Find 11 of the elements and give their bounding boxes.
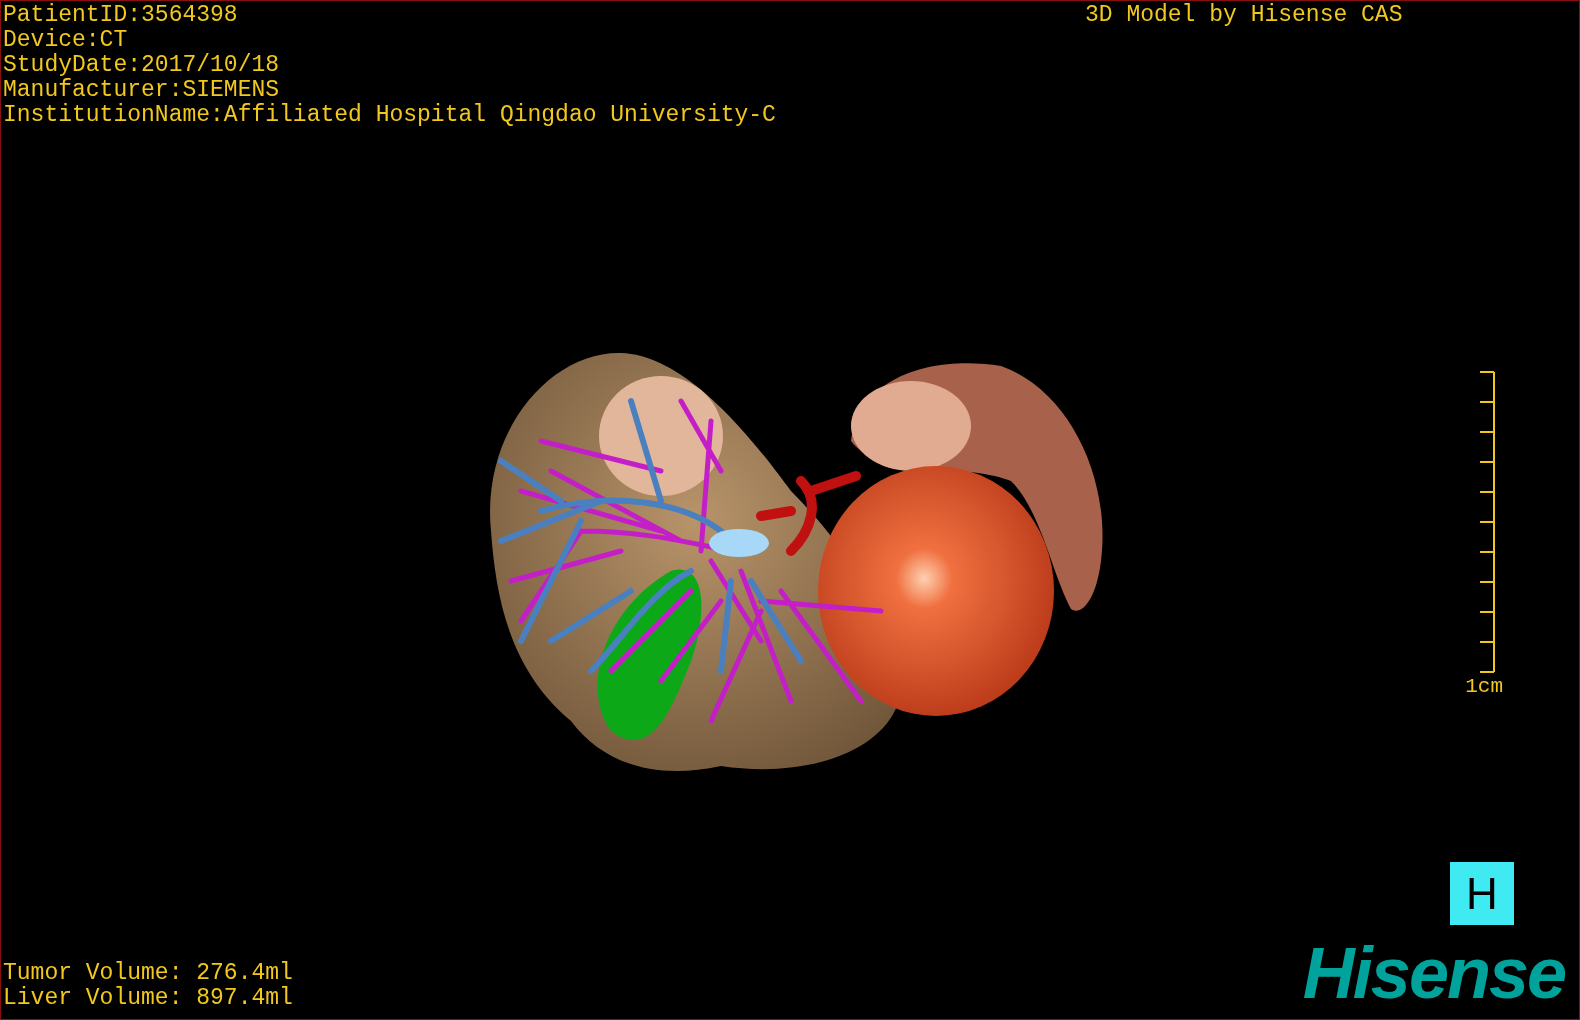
model-title: 3D Model by Hisense CAS [1085, 3, 1403, 28]
patient-info-line: PatientID:3564398 [3, 3, 239, 28]
patient-info-line: Manufacturer:SIEMENS [3, 78, 281, 103]
brand-logo: Hisense [1302, 933, 1566, 1013]
volume-reading: Liver Volume: 897.4ml [3, 986, 293, 1011]
volume-reading: Tumor Volume: 276.4ml [3, 961, 293, 986]
scale-label: 1cm [1465, 675, 1503, 699]
patient-info-line: InstitutionName:Affiliated Hospital Qingdao University-C [3, 103, 776, 128]
patient-info-line: StudyDate:2017/10/18 [3, 53, 281, 78]
patient-info-line: Device:CT [3, 28, 129, 53]
orientation-marker: H [1450, 862, 1514, 925]
